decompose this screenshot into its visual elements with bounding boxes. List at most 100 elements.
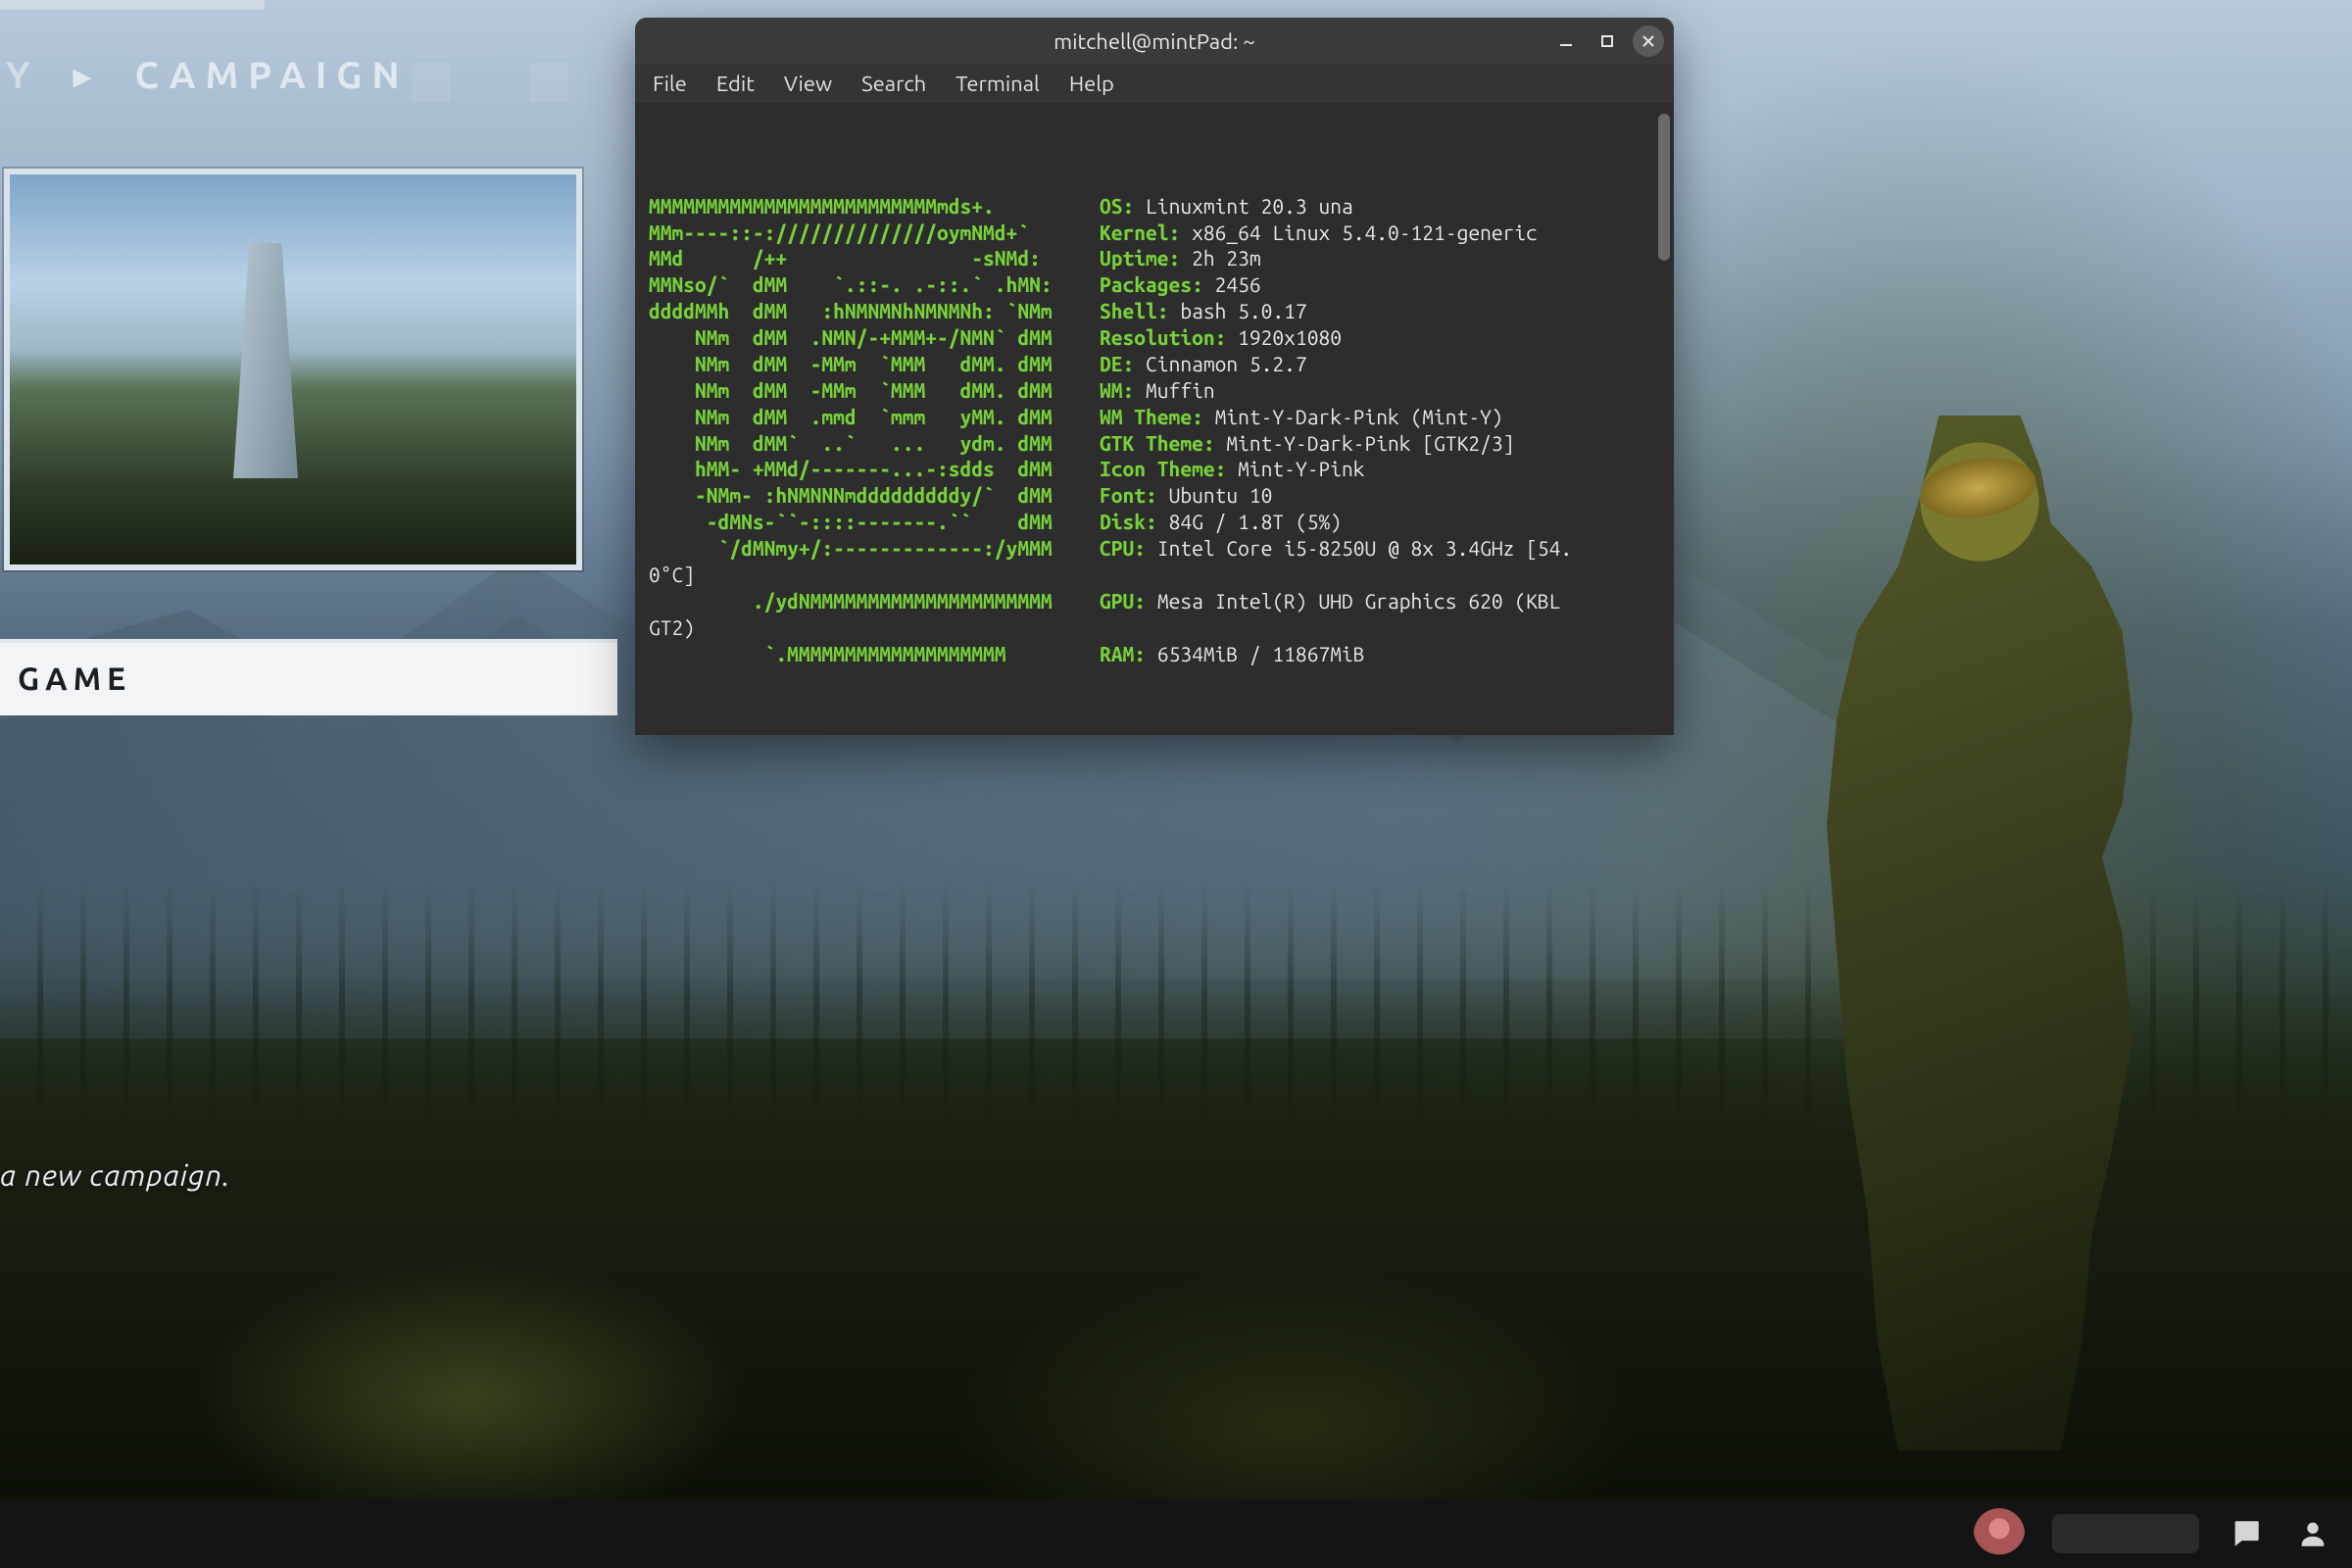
info-value: 2456: [1215, 272, 1261, 296]
info-value: Mint-Y-Dark-Pink [GTK2/3]: [1226, 431, 1514, 455]
menu-edit[interactable]: Edit: [716, 72, 755, 96]
game-breadcrumb: Y ▸ CAMPAIGN: [0, 31, 416, 120]
game-tab-handles: [412, 63, 568, 102]
info-label: DE:: [1100, 352, 1134, 375]
info-line: Icon Theme: Mint-Y-Pink: [1100, 456, 1660, 482]
menu-terminal[interactable]: Terminal: [956, 72, 1040, 96]
info-label: Disk:: [1100, 510, 1157, 533]
ascii-line: -NMm- :hNMNNNmdddddddddy/` dMM: [649, 482, 1100, 509]
taskbar: [0, 1499, 2352, 1568]
game-tab-indicator: [0, 0, 265, 10]
ascii-line: MMd /++ -sNMd:: [649, 245, 1100, 271]
info-label: RAM:: [1100, 642, 1146, 665]
info-line: Shell: bash 5.0.17: [1100, 298, 1660, 324]
ascii-line: NMm dMM` ..` ... ydm. dMM: [649, 430, 1100, 457]
window-minimize-button[interactable]: [1550, 25, 1582, 57]
info-line: Resolution: 1920x1080: [1100, 324, 1660, 351]
info-label: GPU:: [1100, 589, 1146, 612]
minimize-icon: [1558, 33, 1574, 49]
info-label: CPU:: [1100, 536, 1146, 560]
ascii-line: `.MMMMMMMMMMMMMMMMMMM: [649, 641, 1100, 667]
taskbar-chat-button[interactable]: [2227, 1514, 2266, 1553]
info-label: Packages:: [1100, 272, 1203, 296]
ascii-line: NMm dMM -MMm `MMM dMM. dMM: [649, 351, 1100, 377]
terminal-titlebar[interactable]: mitchell@mintPad: ~: [635, 18, 1674, 65]
info-line: OS: Linuxmint 20.3 una: [1100, 193, 1660, 220]
terminal-scrollbar[interactable]: [1658, 114, 1670, 261]
ascii-line: NMm dMM .NMN/-+MMM+-/NMN` dMM: [649, 324, 1100, 351]
tab-handle[interactable]: [529, 63, 568, 102]
load-game-button[interactable]: GAME: [0, 639, 617, 715]
window-close-button[interactable]: [1633, 25, 1664, 57]
info-line: CPU: Intel Core i5-8250U @ 8x 3.4GHz [54…: [1100, 535, 1660, 562]
info-label: Font:: [1100, 483, 1157, 507]
ascii-line: MMNso/` dMM `.::-. .-::.` .hMN:: [649, 271, 1100, 298]
info-value: Intel Core i5-8250U @ 8x 3.4GHz [54.: [1157, 536, 1572, 560]
info-value: Ubuntu 10: [1169, 483, 1273, 507]
info-line: WM: Muffin: [1100, 377, 1660, 404]
info-line: Disk: 84G / 1.8T (5%): [1100, 509, 1660, 535]
person-icon: [2296, 1517, 2329, 1550]
info-label: Icon Theme:: [1100, 457, 1226, 480]
info-value: 2h 23m: [1192, 246, 1261, 270]
maximize-icon: [1599, 33, 1615, 49]
taskbar-friends-button[interactable]: [2293, 1514, 2332, 1553]
taskbar-username[interactable]: [2052, 1514, 2199, 1553]
info-value: 84G / 1.8T (5%): [1169, 510, 1342, 533]
info-label: WM:: [1100, 378, 1134, 402]
chat-icon: [2230, 1517, 2263, 1550]
info-value: Linuxmint 20.3 una: [1146, 194, 1353, 218]
info-value: Mint-Y-Dark-Pink (Mint-Y): [1215, 405, 1503, 428]
info-value: 0°C]: [649, 562, 1660, 588]
info-label: OS:: [1100, 194, 1134, 218]
info-line: GTK Theme: Mint-Y-Dark-Pink [GTK2/3]: [1100, 430, 1660, 457]
load-game-label: GAME: [18, 662, 131, 697]
info-value: Muffin: [1146, 378, 1215, 402]
close-icon: [1641, 33, 1656, 49]
info-value: bash 5.0.17: [1180, 299, 1306, 322]
info-label: Resolution:: [1100, 325, 1226, 349]
info-line: Uptime: 2h 23m: [1100, 245, 1660, 271]
info-line: RAM: 6534MiB / 11867MiB: [1100, 641, 1660, 667]
menu-file[interactable]: File: [653, 72, 687, 96]
terminal-body[interactable]: MMMMMMMMMMMMMMMMMMMMMMMMMmds+.OS: Linuxm…: [635, 104, 1674, 735]
ascii-line: ./ydNMMMMMMMMMMMMMMMMMMMMM: [649, 588, 1100, 614]
ascii-line: MMm----::-://////////////oymNMd+`: [649, 220, 1100, 246]
menu-view[interactable]: View: [784, 72, 832, 96]
breadcrumb-prev[interactable]: Y: [0, 51, 45, 100]
campaign-hint-text: a new campaign.: [0, 1158, 231, 1192]
info-label: GTK Theme:: [1100, 431, 1215, 455]
terminal-window[interactable]: mitchell@mintPad: ~ File Edit View Searc…: [635, 18, 1674, 735]
ascii-line: NMm dMM -MMm `MMM dMM. dMM: [649, 377, 1100, 404]
info-label: Uptime:: [1100, 246, 1180, 270]
ascii-line: hMM- +MMd/-------...-:sdds dMM: [649, 456, 1100, 482]
breadcrumb-current: CAMPAIGN: [128, 51, 415, 100]
info-value: 1920x1080: [1238, 325, 1342, 349]
info-line: Kernel: x86_64 Linux 5.4.0-121-generic: [1100, 220, 1660, 246]
info-label: WM Theme:: [1100, 405, 1203, 428]
tab-handle[interactable]: [412, 63, 451, 102]
info-value: Mesa Intel(R) UHD Graphics 620 (KBL: [1157, 589, 1561, 612]
menu-search[interactable]: Search: [861, 72, 926, 96]
info-label: Kernel:: [1100, 220, 1180, 244]
terminal-title: mitchell@mintPad: ~: [1054, 29, 1255, 54]
window-maximize-button[interactable]: [1592, 25, 1623, 57]
ascii-line: -dMNs-``-::::-------.`` dMM: [649, 509, 1100, 535]
ascii-line: `/dMNmy+/:-------------:/yMMM: [649, 535, 1100, 562]
info-line: WM Theme: Mint-Y-Dark-Pink (Mint-Y): [1100, 404, 1660, 430]
info-value: Cinnamon 5.2.7: [1146, 352, 1307, 375]
info-line: Packages: 2456: [1100, 271, 1660, 298]
ascii-line: NMm dMM .mmd `mmm yMM. dMM: [649, 404, 1100, 430]
terminal-menubar: File Edit View Search Terminal Help: [635, 65, 1674, 104]
breadcrumb-separator-icon: ▸: [73, 54, 101, 97]
info-value: 6534MiB / 11867MiB: [1157, 642, 1365, 665]
info-value: Mint-Y-Pink: [1238, 457, 1364, 480]
info-line: DE: Cinnamon 5.2.7: [1100, 351, 1660, 377]
menu-help[interactable]: Help: [1069, 72, 1114, 96]
desktop: Y ▸ CAMPAIGN GAME a new campaign. mitche…: [0, 0, 2352, 1568]
info-label: Shell:: [1100, 299, 1169, 322]
taskbar-avatar-icon[interactable]: [1974, 1508, 2025, 1559]
info-value: GT2): [649, 614, 1660, 641]
ascii-line: ddddMMh dMM :hNMNMNhNMNMNh: `NMm: [649, 298, 1100, 324]
campaign-preview-tile[interactable]: [4, 169, 582, 570]
